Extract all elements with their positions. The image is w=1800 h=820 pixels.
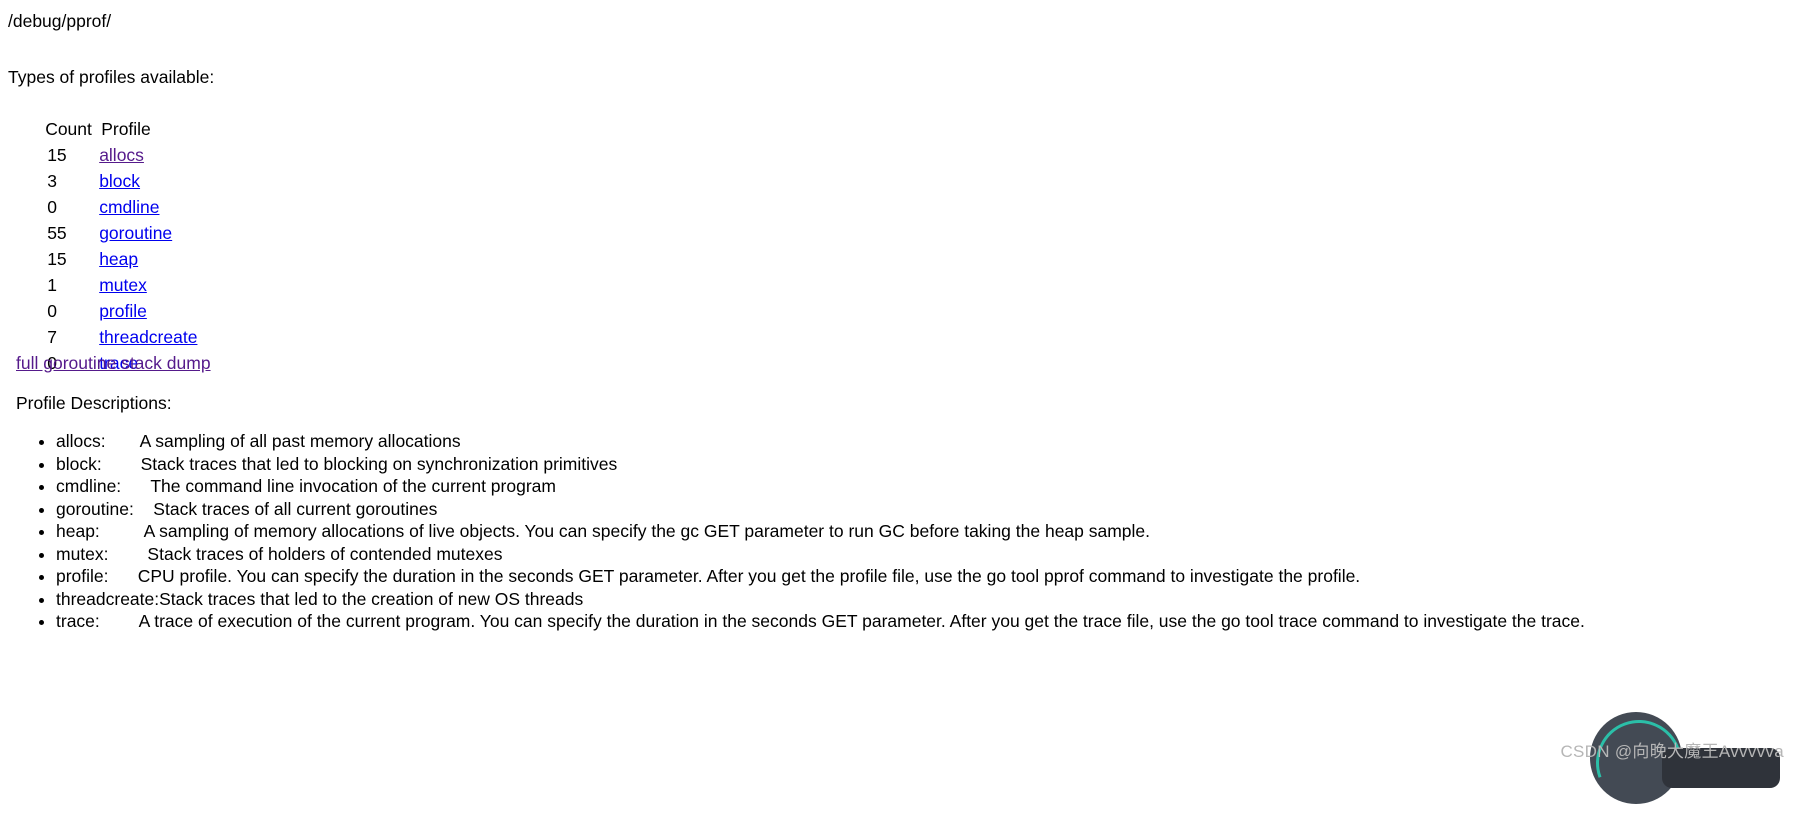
description-label-block: block: — [56, 453, 141, 474]
list-item: trace: A trace of execution of the curre… — [56, 610, 1792, 633]
pprof-index-page: /debug/pprof/ Types of profiles availabl… — [0, 0, 1800, 804]
description-label-mutex: mutex: — [56, 543, 148, 564]
profile-link-cmdline[interactable]: cmdline — [99, 197, 159, 217]
full-goroutine-dump-row: full goroutine stack dump — [8, 350, 1792, 376]
table-row: 0 trace — [8, 324, 1792, 373]
profile-link-heap[interactable]: heap — [99, 249, 138, 269]
profile-count: 7 — [47, 326, 57, 347]
profile-link-allocs[interactable]: allocs — [99, 145, 144, 165]
description-text-heap: A sampling of memory allocations of live… — [143, 521, 1151, 542]
list-item: goroutine: Stack traces of all current g… — [56, 498, 1792, 521]
list-item: profile: CPU profile. You can specify th… — [56, 565, 1792, 588]
profile-descriptions-heading: Profile Descriptions: — [16, 392, 172, 413]
table-row: 0 profile — [8, 272, 1792, 321]
full-goroutine-stack-dump-link[interactable]: full goroutine stack dump — [16, 353, 211, 373]
list-item: mutex: Stack traces of holders of conten… — [56, 543, 1792, 566]
vertical-spacer — [8, 34, 1792, 64]
description-text-mutex: Stack traces of holders of contended mut… — [147, 543, 503, 564]
profile-count: 15 — [47, 248, 67, 269]
description-text-cmdline: The command line invocation of the curre… — [150, 476, 556, 497]
description-text-threadcreate: Stack traces that led to the creation of… — [159, 588, 584, 609]
table-row: 1 mutex — [8, 246, 1792, 295]
description-label-heap: heap: — [56, 521, 144, 542]
description-label-cmdline: cmdline: — [56, 476, 151, 497]
description-text-trace: A trace of execution of the current prog… — [138, 611, 1585, 632]
list-item: allocs: A sampling of all past memory al… — [56, 430, 1792, 453]
description-text-goroutine: Stack traces of all current goroutines — [153, 498, 438, 519]
description-text-block: Stack traces that led to blocking on syn… — [140, 453, 618, 474]
profile-link-threadcreate[interactable]: threadcreate — [99, 327, 197, 347]
profile-link-profile[interactable]: profile — [99, 301, 147, 321]
list-item: cmdline: The command line invocation of … — [56, 475, 1792, 498]
list-item: threadcreate:Stack traces that led to th… — [56, 588, 1792, 611]
avatar-bar-decoration — [1662, 748, 1780, 788]
profile-count: 1 — [47, 274, 57, 295]
profile-table: Count Profile 15 allocs 3 block 0 cmdline 55… — [8, 90, 1792, 376]
table-header-row: Count Profile — [8, 90, 1792, 139]
page-title: /debug/pprof/ — [8, 11, 112, 31]
table-row: 15 heap — [8, 220, 1792, 269]
description-label-threadcreate: threadcreate: — [56, 588, 160, 609]
column-header-profile: Profile — [101, 118, 151, 139]
table-row: 15 allocs — [8, 116, 1792, 165]
description-label-allocs: allocs: — [56, 431, 140, 452]
description-label-goroutine: goroutine: — [56, 498, 154, 519]
table-row: 3 block — [8, 142, 1792, 191]
profile-link-goroutine[interactable]: goroutine — [99, 223, 172, 243]
description-text-allocs: A sampling of all past memory allocation… — [139, 431, 461, 452]
profile-count: 15 — [47, 144, 67, 165]
description-label-trace: trace: — [56, 611, 139, 632]
table-row: 55 goroutine — [8, 194, 1792, 243]
types-of-profiles-heading: Types of profiles available: — [8, 66, 215, 87]
profile-link-block[interactable]: block — [99, 171, 140, 191]
description-text-profile: CPU profile. You can specify the duratio… — [137, 566, 1361, 587]
list-item: block: Stack traces that led to blocking… — [56, 453, 1792, 476]
profile-count: 0 — [47, 300, 57, 321]
vertical-spacer — [8, 376, 1792, 390]
column-header-count: Count — [45, 118, 92, 139]
description-label-profile: profile: — [56, 566, 138, 587]
profile-link-mutex[interactable]: mutex — [99, 275, 147, 295]
profile-count: 55 — [47, 222, 67, 243]
table-row: 0 cmdline — [8, 168, 1792, 217]
list-item: heap: A sampling of memory allocations o… — [56, 520, 1792, 543]
profile-count: 3 — [47, 170, 57, 191]
profile-count: 0 — [47, 196, 57, 217]
table-row: 7 threadcreate — [8, 298, 1792, 347]
profile-descriptions-list: allocs: A sampling of all past memory al… — [8, 430, 1792, 633]
